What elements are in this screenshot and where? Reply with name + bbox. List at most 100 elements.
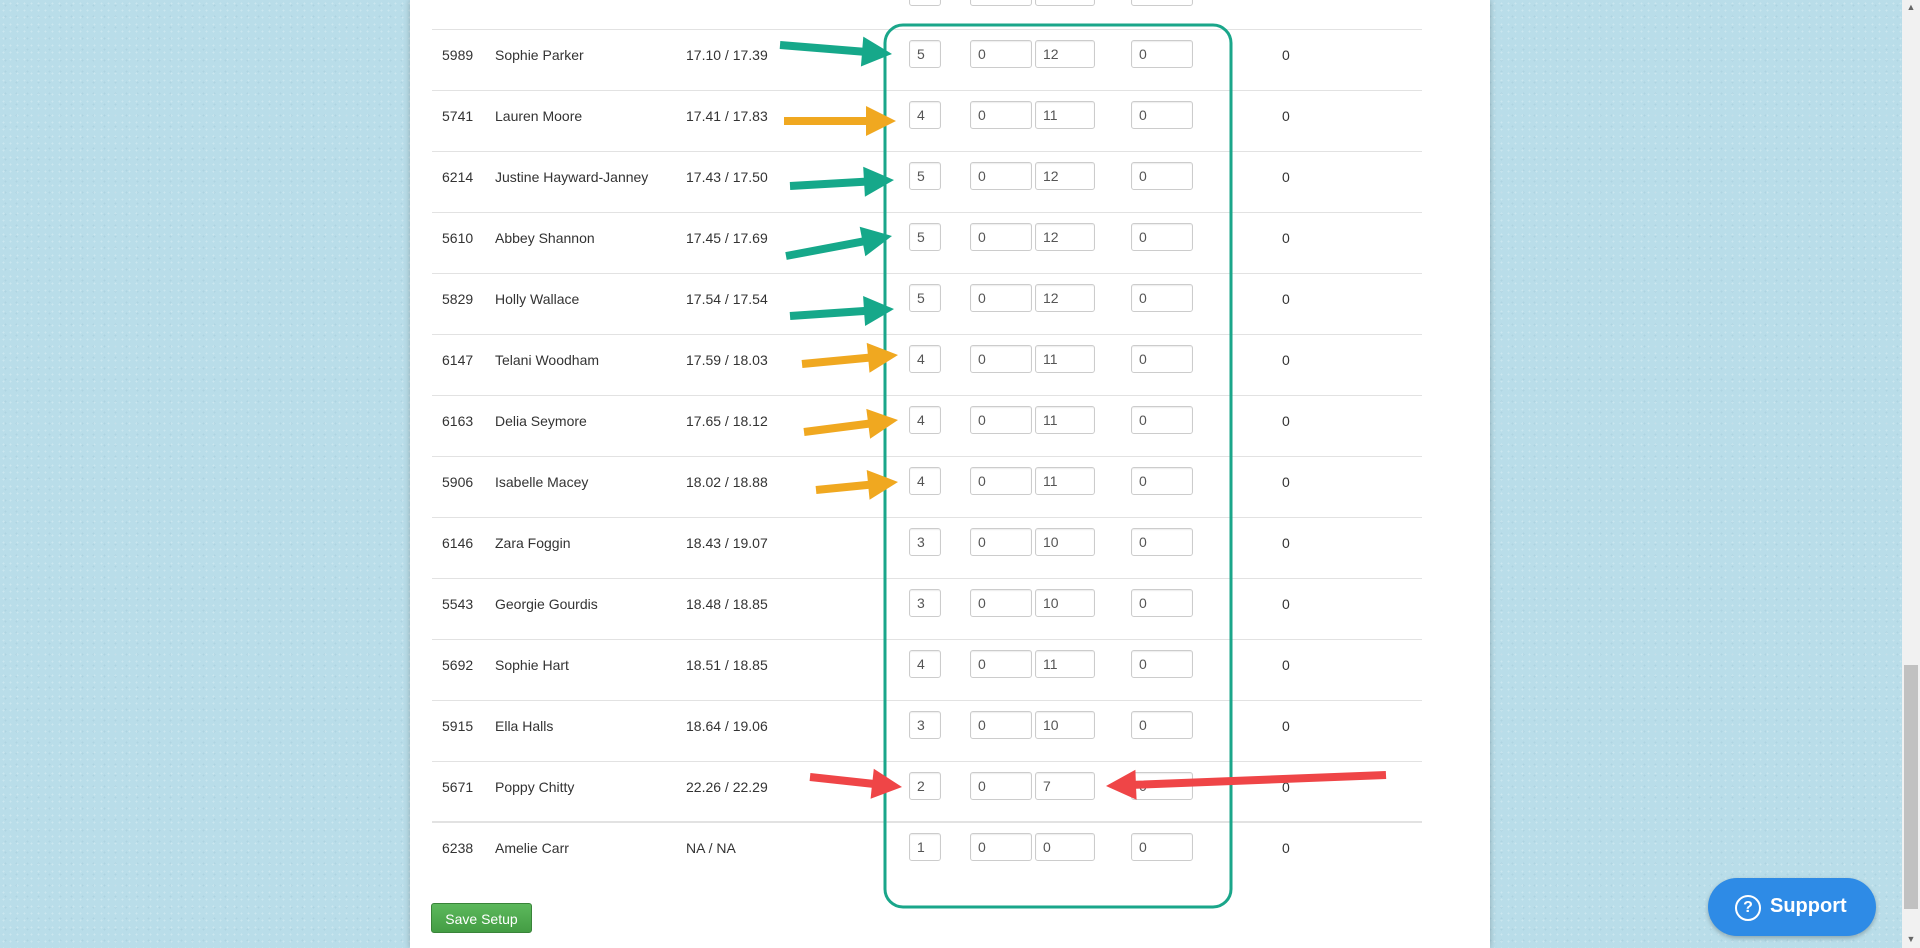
value-field-3[interactable] bbox=[1035, 0, 1095, 6]
value-field-4[interactable] bbox=[1131, 162, 1193, 190]
swimmer-name: Ella Halls bbox=[495, 718, 554, 734]
value-field-2[interactable] bbox=[970, 833, 1032, 861]
swimmer-times: 17.54 / 17.54 bbox=[686, 291, 768, 307]
swimmer-name: Isabelle Macey bbox=[495, 474, 589, 490]
value-field-3[interactable] bbox=[1035, 528, 1095, 556]
value-field-1[interactable] bbox=[909, 345, 941, 373]
value-field-4[interactable] bbox=[1131, 40, 1193, 68]
value-field-3[interactable] bbox=[1035, 711, 1095, 739]
swimmer-times: 18.48 / 18.85 bbox=[686, 596, 768, 612]
value-field-4[interactable] bbox=[1131, 650, 1193, 678]
value-field-4[interactable] bbox=[1131, 0, 1193, 6]
value-field-1[interactable] bbox=[909, 406, 941, 434]
value-field-1[interactable] bbox=[909, 101, 941, 129]
swimmer-id: 5915 bbox=[442, 718, 474, 734]
points-value: 0 bbox=[1282, 474, 1290, 490]
swimmer-id: 6147 bbox=[442, 352, 474, 368]
swimmer-name: Lauren Moore bbox=[495, 108, 583, 124]
value-field-3[interactable] bbox=[1035, 589, 1095, 617]
value-field-2[interactable] bbox=[970, 772, 1032, 800]
value-field-4[interactable] bbox=[1131, 772, 1193, 800]
scroll-up-icon[interactable]: ▲ bbox=[1905, 2, 1917, 12]
value-field-1[interactable] bbox=[909, 833, 941, 861]
value-field-2[interactable] bbox=[970, 223, 1032, 251]
value-field-2[interactable] bbox=[970, 467, 1032, 495]
value-field-3[interactable] bbox=[1035, 650, 1095, 678]
scroll-down-icon[interactable]: ▼ bbox=[1905, 934, 1917, 944]
value-field-3[interactable] bbox=[1035, 101, 1095, 129]
value-field-4[interactable] bbox=[1131, 406, 1193, 434]
value-field-3[interactable] bbox=[1035, 467, 1095, 495]
value-field-3[interactable] bbox=[1035, 772, 1095, 800]
swimmer-id: 5543 bbox=[442, 596, 474, 612]
value-field-2[interactable] bbox=[970, 406, 1032, 434]
swimmer-times: 18.51 / 18.85 bbox=[686, 657, 768, 673]
swimmer-name: Georgie Gourdis bbox=[495, 596, 598, 612]
table-row: 6163 Delia Seymore 17.65 / 18.12 0 bbox=[432, 395, 1422, 457]
value-field-4[interactable] bbox=[1131, 589, 1193, 617]
swimmer-id: 5829 bbox=[442, 291, 474, 307]
value-field-4[interactable] bbox=[1131, 345, 1193, 373]
points-value: 0 bbox=[1282, 108, 1290, 124]
value-field-1[interactable] bbox=[909, 223, 941, 251]
points-value: 0 bbox=[1282, 413, 1290, 429]
swimmer-times: 18.64 / 19.06 bbox=[686, 718, 768, 734]
swimmer-times: 17.10 / 17.39 bbox=[686, 47, 768, 63]
save-setup-button[interactable]: Save Setup bbox=[431, 903, 532, 933]
value-field-1[interactable] bbox=[909, 772, 941, 800]
value-field-2[interactable] bbox=[970, 40, 1032, 68]
swimmer-name: Telani Woodham bbox=[495, 352, 600, 368]
swimmer-name: Sophie Hart bbox=[495, 657, 569, 673]
value-field-3[interactable] bbox=[1035, 162, 1095, 190]
value-field-2[interactable] bbox=[970, 589, 1032, 617]
swimmer-name: Amelie Carr bbox=[495, 840, 569, 856]
swimmer-times: 17.43 / 17.50 bbox=[686, 169, 768, 185]
value-field-1[interactable] bbox=[909, 467, 941, 495]
value-field-2[interactable] bbox=[970, 0, 1032, 6]
scrollbar-thumb[interactable] bbox=[1904, 665, 1918, 909]
swimmer-id: 6214 bbox=[442, 169, 474, 185]
value-field-1[interactable] bbox=[909, 711, 941, 739]
swimmer-id: 5989 bbox=[442, 47, 474, 63]
value-field-3[interactable] bbox=[1035, 406, 1095, 434]
question-circle-icon: ? bbox=[1735, 895, 1761, 921]
value-field-4[interactable] bbox=[1131, 833, 1193, 861]
value-field-1[interactable] bbox=[909, 162, 941, 190]
value-field-1[interactable] bbox=[909, 40, 941, 68]
value-field-1[interactable] bbox=[909, 589, 941, 617]
value-field-3[interactable] bbox=[1035, 833, 1095, 861]
swimmer-times: 18.02 / 18.88 bbox=[686, 474, 768, 490]
table-row: 5906 Isabelle Macey 18.02 / 18.88 0 bbox=[432, 456, 1422, 518]
swimmer-id: 5671 bbox=[442, 779, 474, 795]
value-field-4[interactable] bbox=[1131, 467, 1193, 495]
value-field-2[interactable] bbox=[970, 528, 1032, 556]
points-value: 0 bbox=[1282, 291, 1290, 307]
table-bottom-border bbox=[432, 821, 1422, 822]
value-field-2[interactable] bbox=[970, 345, 1032, 373]
value-field-2[interactable] bbox=[970, 101, 1032, 129]
value-field-2[interactable] bbox=[970, 650, 1032, 678]
value-field-4[interactable] bbox=[1131, 284, 1193, 312]
value-field-4[interactable] bbox=[1131, 528, 1193, 556]
value-field-1[interactable] bbox=[909, 284, 941, 312]
value-field-4[interactable] bbox=[1131, 223, 1193, 251]
value-field-4[interactable] bbox=[1131, 711, 1193, 739]
table-row: 5741 Lauren Moore 17.41 / 17.83 0 bbox=[432, 90, 1422, 152]
value-field-3[interactable] bbox=[1035, 223, 1095, 251]
support-button[interactable]: ? Support bbox=[1708, 878, 1876, 936]
value-field-3[interactable] bbox=[1035, 40, 1095, 68]
value-field-3[interactable] bbox=[1035, 284, 1095, 312]
value-field-2[interactable] bbox=[970, 711, 1032, 739]
page-scrollbar[interactable]: ▲ ▼ bbox=[1902, 0, 1920, 948]
swimmer-name: Poppy Chitty bbox=[495, 779, 575, 795]
value-field-2[interactable] bbox=[970, 284, 1032, 312]
value-field-1[interactable] bbox=[909, 0, 941, 6]
table-row: 5915 Ella Halls 18.64 / 19.06 0 bbox=[432, 700, 1422, 762]
value-field-1[interactable] bbox=[909, 528, 941, 556]
value-field-2[interactable] bbox=[970, 162, 1032, 190]
value-field-3[interactable] bbox=[1035, 345, 1095, 373]
value-field-1[interactable] bbox=[909, 650, 941, 678]
value-field-4[interactable] bbox=[1131, 101, 1193, 129]
swimmer-id: 5741 bbox=[442, 108, 474, 124]
swimmer-name: Delia Seymore bbox=[495, 413, 587, 429]
